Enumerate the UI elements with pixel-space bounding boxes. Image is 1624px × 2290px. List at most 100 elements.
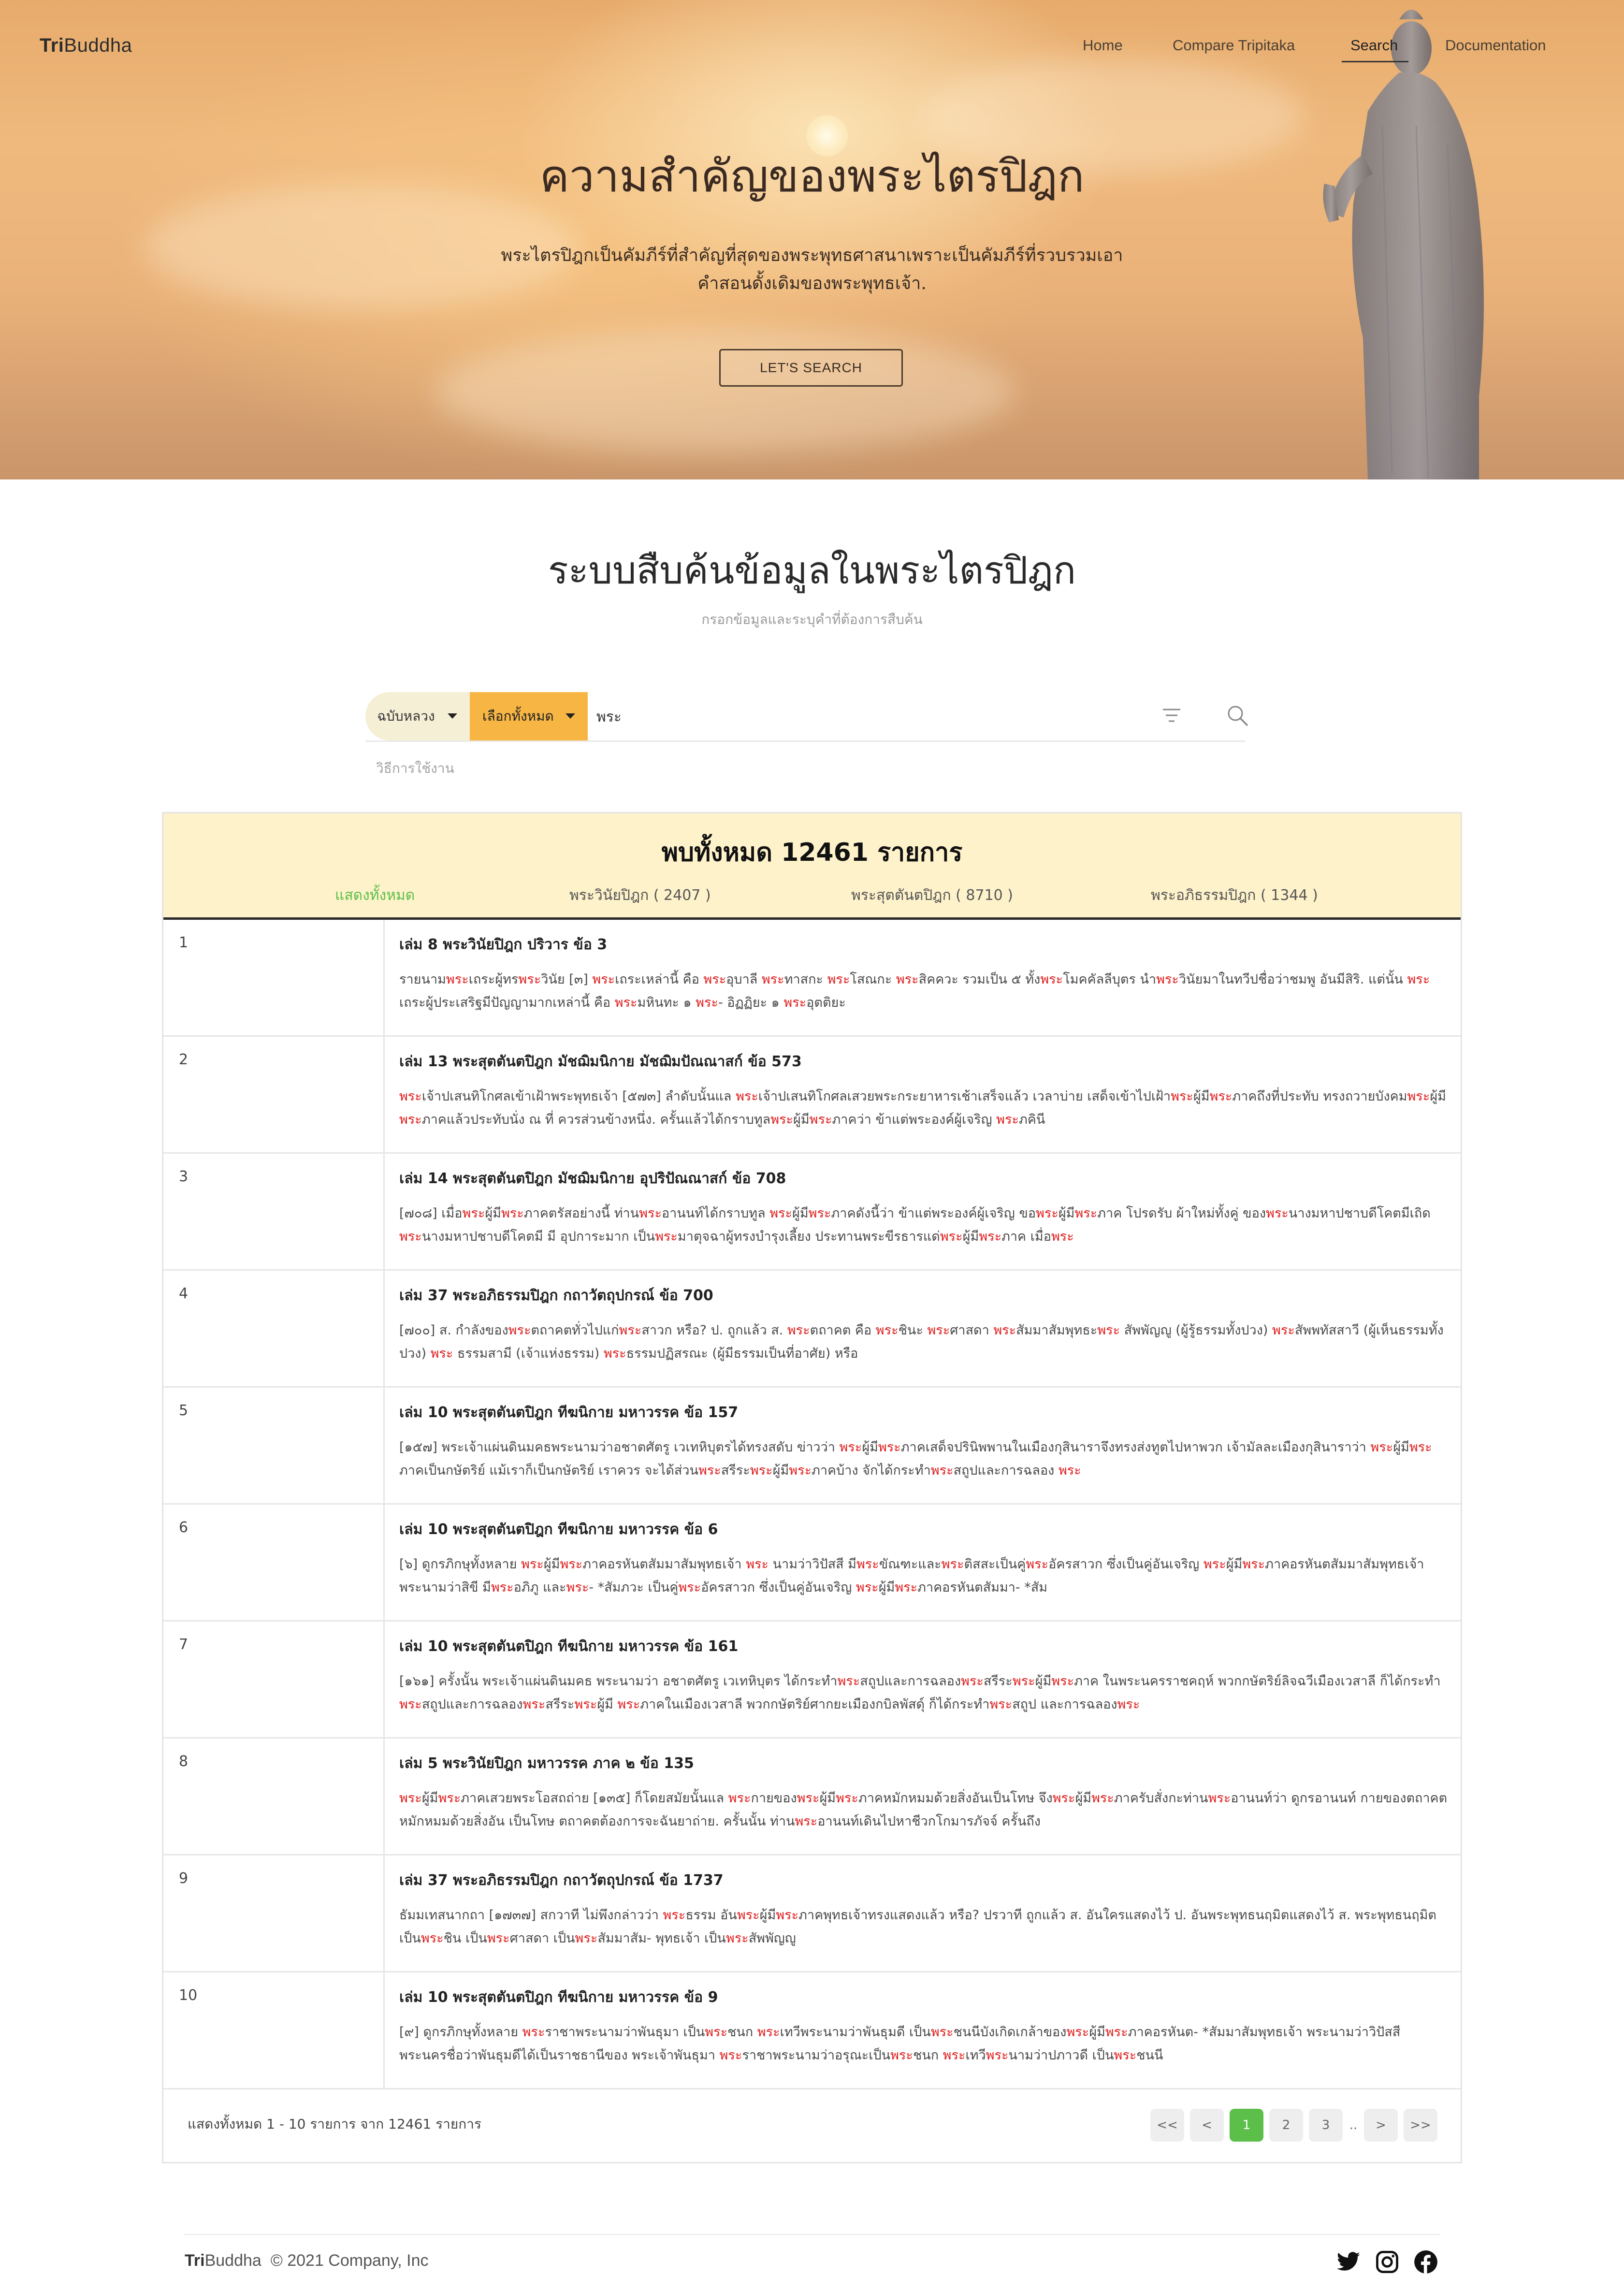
keyword-highlight: พระ [663,1908,686,1923]
keyword-highlight: พระ [895,1580,918,1595]
result-row: 4 เล่ม 37 พระอภิธรรมปิฎก กถาวัตถุปกรณ์ ข… [163,1271,1461,1388]
book-select-value: เลือกทั้งหมด [482,708,554,724]
keyword-highlight: พระ [592,972,615,987]
result-row: 10 เล่ม 10 พระสุตตันตปิฎก ทีฆนิกาย มหาวร… [163,1972,1461,2089]
result-row: 2 เล่ม 13 พระสุตตันตปิฎก มัชฌิมนิกาย มัช… [163,1037,1461,1154]
result-number: 4 [179,1285,188,1302]
footer-brand-bold: Tri [185,2251,205,2270]
results-panel: พบทั้งหมด 12461 รายการ แสดงทั้งหมด พระวิ… [162,812,1462,2163]
tab-sutta[interactable]: พระสุตตันตปิฎก ( 8710 ) [851,884,1013,907]
result-number: 10 [179,1987,198,2004]
keyword-highlight: พระ [696,995,718,1010]
tab-abhidhamma[interactable]: พระอภิธรรมปิฎก ( 1344 ) [1151,884,1318,907]
result-row: 1 เล่ม 8 พระวินัยปิฎก ปริวาร ข้อ 3 รายนา… [163,920,1461,1037]
search-icon[interactable] [1226,704,1250,728]
keyword-highlight: พระ [942,2048,966,2063]
column-divider [383,1154,385,1269]
result-snippet: [๑๕๗] พระเจ้าแผ่นดินมคธพระนามว่าอชาตศัตร… [399,1440,1432,1478]
keyword-highlight: พระ [746,1557,768,1572]
facebook-icon[interactable] [1413,2249,1438,2275]
result-title[interactable]: เล่ม 14 พระสุตตันตปิฎก มัชฌิมนิกาย อุปริ… [399,1167,786,1190]
keyword-highlight: พระ [736,1089,758,1104]
lets-search-button[interactable]: LET'S SEARCH [719,349,903,387]
keyword-highlight: พระ [575,1931,598,1946]
keyword-highlight: พระ [795,1814,818,1829]
search-bar: ฉบับหลวง เลือกทั้งหมด [365,692,1248,742]
keyword-highlight: พระ [787,1323,810,1338]
twitter-icon[interactable] [1336,2249,1361,2275]
column-divider [383,1622,385,1737]
keyword-highlight: พระ [1040,972,1063,987]
result-title[interactable]: เล่ม 10 พระสุตตันตปิฎก ทีฆนิกาย มหาวรรค … [399,1401,738,1424]
keyword-highlight: พระ [1026,1557,1049,1572]
keyword-highlight: พระ [989,1697,1013,1712]
filter-icon[interactable] [1161,707,1182,724]
keyword-highlight: พระ [940,1229,963,1244]
nav-documentation-link[interactable]: Documentation [1445,37,1546,54]
instagram-icon[interactable] [1375,2249,1400,2275]
keyword-highlight: พระ [438,1791,461,1806]
keyword-highlight: พระ [462,1206,485,1221]
keyword-highlight: พระ [1074,1206,1098,1221]
result-title[interactable]: เล่ม 37 พระอภิธรรมปิฎก กถาวัตถุปกรณ์ ข้อ… [399,1869,724,1892]
pager-page-button[interactable]: 3 [1309,2109,1343,2142]
pager-next-button[interactable]: > [1364,2109,1398,2142]
keyword-highlight: พระ [896,972,919,987]
edition-select[interactable]: ฉบับหลวง [365,692,470,740]
result-row: 9 เล่ม 37 พระอภิธรรมปิฎก กถาวัตถุปกรณ์ ข… [163,1855,1461,1972]
chevron-down-icon [448,713,457,719]
keyword-highlight: พระ [655,1229,678,1244]
keyword-highlight: พระ [1052,1791,1075,1806]
result-title[interactable]: เล่ม 8 พระวินัยปิฎก ปริวาร ข้อ 3 [399,933,607,956]
pager-page-button[interactable]: 2 [1269,2109,1303,2142]
keyword-highlight: พระ [930,2025,954,2040]
keyword-highlight: พระ [1114,2048,1137,2063]
keyword-highlight: พระ [560,1557,583,1572]
search-input[interactable] [595,702,1158,732]
keyword-highlight: พระ [698,1463,721,1478]
tab-vinaya[interactable]: พระวินัยปิฎก ( 2407 ) [569,884,711,907]
result-title[interactable]: เล่ม 10 พระสุตตันตปิฎก ทีฆนิกาย มหาวรรค … [399,1635,738,1658]
pager-page-button[interactable]: 1 [1230,2109,1263,2142]
result-number: 3 [179,1168,188,1185]
result-title[interactable]: เล่ม 13 พระสุตตันตปิฎก มัชฌิมนิกาย มัชฌิ… [399,1050,802,1073]
keyword-highlight: พระ [399,1229,422,1244]
howto-link[interactable]: วิธีการใช้งาน [376,758,454,779]
nav-active-underline [1342,61,1408,62]
result-snippet: ธัมมเทสนากถา [๑๗๓๗] สกวาที ไม่พึงกล่าวว่… [399,1908,1436,1946]
keyword-highlight: พระ [979,1229,1002,1244]
keyword-highlight: พระ [1209,1089,1232,1104]
result-title[interactable]: เล่ม 5 พระวินัยปิฎก มหาวรรค ภาค ๒ ข้อ 13… [399,1752,694,1775]
footer-brand-rest: Buddha [204,2251,261,2270]
result-title[interactable]: เล่ม 10 พระสุตตันตปิฎก ทีฆนิกาย มหาวรรค … [399,1518,718,1541]
keyword-highlight: พระ [808,1206,831,1221]
keyword-highlight: พระ [1272,1323,1295,1338]
keyword-highlight: พระ [875,1323,899,1338]
tab-all[interactable]: แสดงทั้งหมด [335,884,415,907]
result-number: 7 [179,1636,188,1653]
keyword-highlight: พระ [522,2025,545,2040]
keyword-highlight: พระ [1051,1674,1074,1689]
result-title[interactable]: เล่ม 37 พระอภิธรรมปิฎก กถาวัตถุปกรณ์ ข้อ… [399,1284,713,1307]
pager-ellipsis: .. [1349,2118,1358,2132]
result-snippet: รายนามพระเถระผู้ทรพระวินัย [๓] พระเถระเห… [399,972,1430,1010]
keyword-highlight: พระ [836,1791,858,1806]
keyword-highlight: พระ [827,972,850,987]
result-number: 6 [179,1519,188,1536]
keyword-highlight: พระ [789,1463,812,1478]
book-select[interactable]: เลือกทั้งหมด [470,692,588,740]
result-title[interactable]: เล่ม 10 พระสุตตันตปิฎก ทีฆนิกาย มหาวรรค … [399,1986,718,2009]
pager-first-button[interactable]: << [1150,2109,1184,2142]
column-divider [383,1388,385,1503]
pager-prev-button[interactable]: < [1190,2109,1224,2142]
nav-search-link[interactable]: Search [1350,37,1398,54]
nav-compare-link[interactable]: Compare Tripitaka [1173,37,1295,54]
result-snippet: [๖] ดูกรภิกษุทั้งหลาย พระผู้มีพระภาคอรหั… [399,1557,1424,1595]
keyword-highlight: พระ [703,972,726,987]
hero-title: ความสำคัญของพระไตรปิฎก [539,150,1085,202]
nav-home-link[interactable]: Home [1083,37,1123,54]
pager-last-button[interactable]: >> [1404,2109,1437,2142]
keyword-highlight: พระ [757,2025,780,2040]
keyword-highlight: พระ [770,1112,794,1127]
keyword-highlight: พระ [1266,1206,1289,1221]
